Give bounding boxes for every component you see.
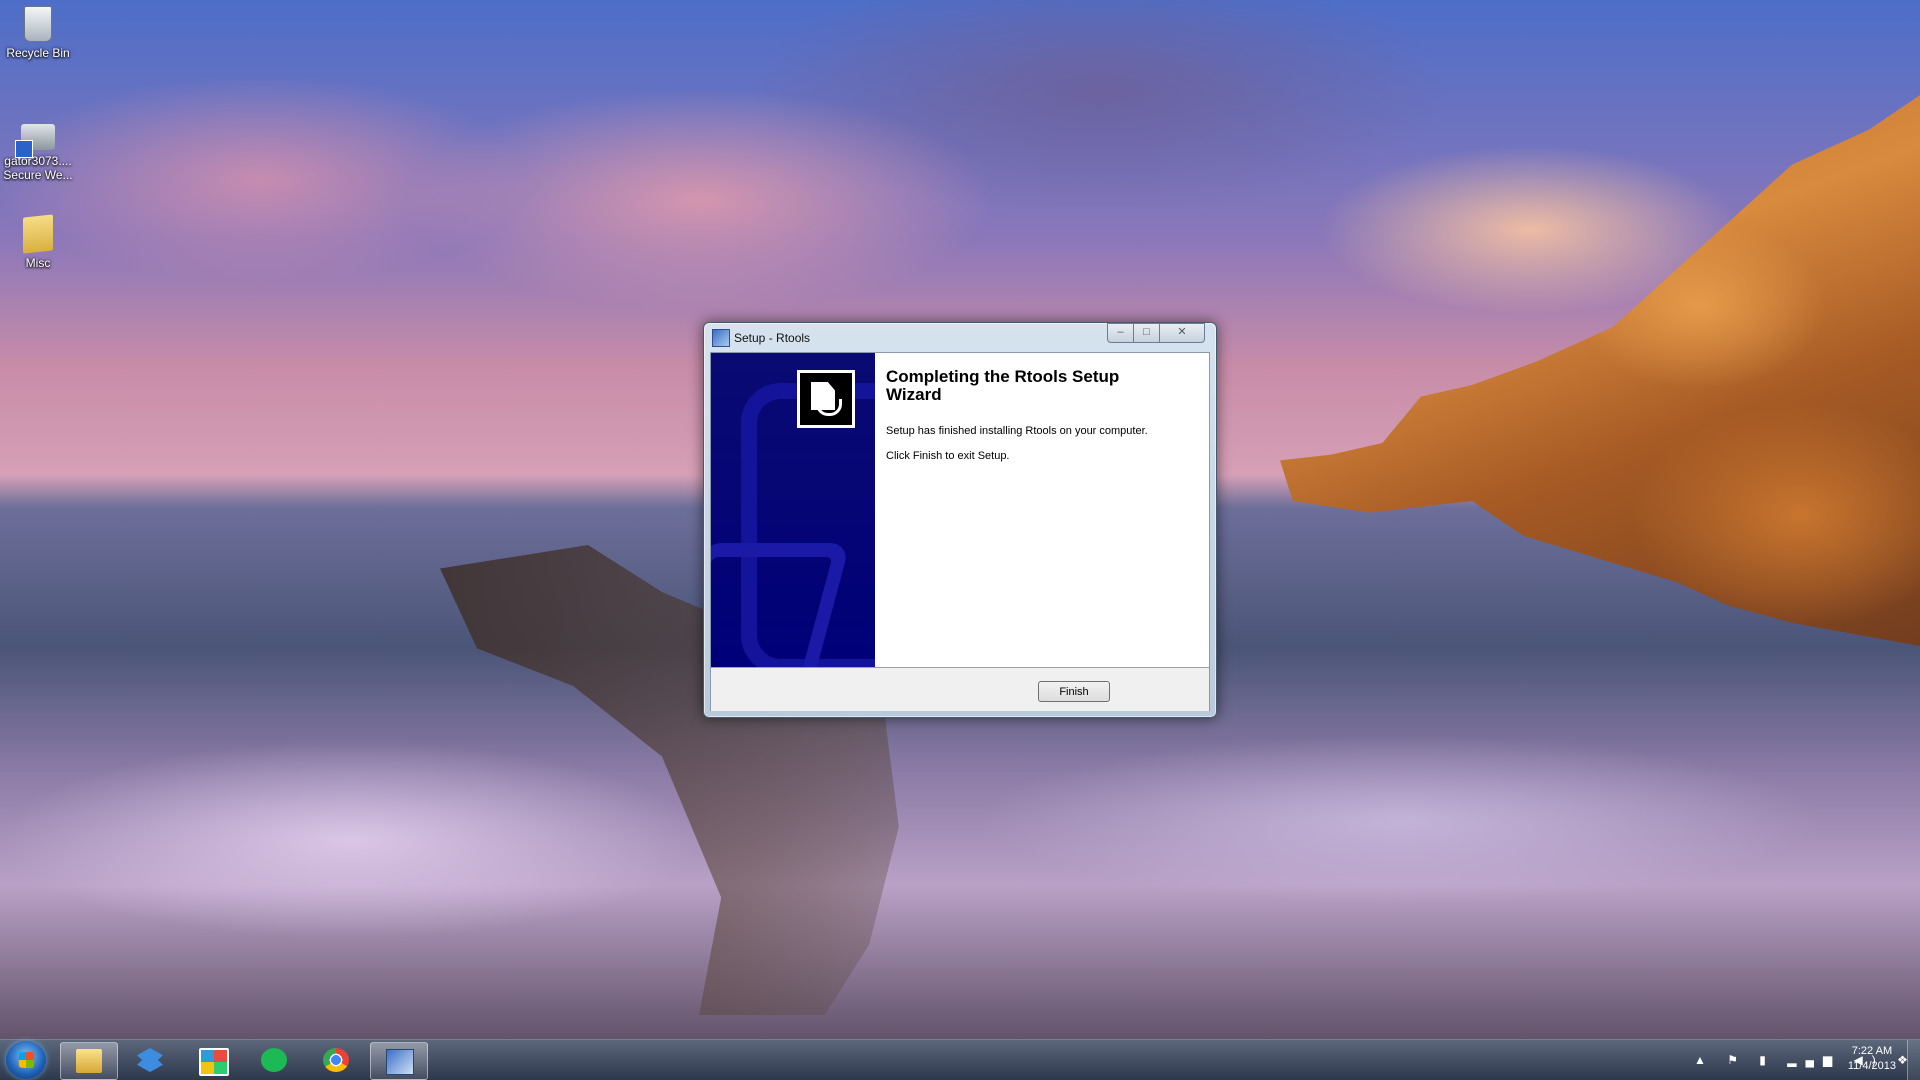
- wizard-body: Completing the Rtools Setup Wizard Setup…: [710, 352, 1210, 711]
- wizard-heading: Completing the Rtools Setup Wizard: [886, 367, 1120, 404]
- clock[interactable]: 7:22 AM 11/4/2013: [1848, 1044, 1896, 1074]
- taskbar-explorer[interactable]: [60, 1042, 118, 1080]
- maximize-button[interactable]: □: [1133, 323, 1160, 343]
- wallpaper-cliff: [1280, 95, 1920, 646]
- desktop-icon-misc[interactable]: Misc: [2, 214, 74, 270]
- taskbar-spotify[interactable]: [246, 1042, 302, 1078]
- clock-time: 7:22 AM: [1851, 1045, 1893, 1057]
- wizard-instruction: Click Finish to exit Setup.: [886, 450, 1010, 462]
- desktop-icon-recycle-bin[interactable]: Recycle Bin: [2, 6, 74, 60]
- taskbar-apps[interactable]: [184, 1042, 240, 1078]
- wizard-footer: Finish: [711, 667, 1209, 711]
- desktop-icon-label: gator3073.... Secure We...: [3, 154, 73, 182]
- finish-button[interactable]: Finish: [1038, 681, 1110, 702]
- window-title: Setup - Rtools: [734, 331, 811, 345]
- desktop-icon-label: Misc: [25, 256, 51, 270]
- desktop-icon-gator-shortcut[interactable]: gator3073.... Secure We...: [2, 118, 74, 182]
- close-button[interactable]: ✕: [1159, 323, 1205, 343]
- setup-icon: [386, 1049, 414, 1075]
- system-tray: ▲ ⚑ ▮ ▂▄▆ ◀) ❖ 7:22 AM 11/4/2013: [1680, 1040, 1920, 1080]
- shortcut-icon: [15, 124, 55, 158]
- taskbar-dropbox[interactable]: [122, 1042, 178, 1078]
- taskbar: ▲ ⚑ ▮ ▂▄▆ ◀) ❖ 7:22 AM 11/4/2013: [0, 1039, 1920, 1080]
- minimize-button[interactable]: ‒: [1107, 323, 1134, 343]
- taskbar-setup[interactable]: [370, 1042, 428, 1080]
- windows-logo-icon: [18, 1051, 35, 1069]
- wizard-banner: [711, 353, 875, 667]
- chrome-icon: [323, 1048, 349, 1072]
- folder-icon: [23, 214, 53, 254]
- clock-date: 11/4/2013: [1847, 1060, 1896, 1072]
- spotify-icon: [261, 1048, 287, 1072]
- recycle-bin-icon: [24, 6, 52, 42]
- apps-icon: [199, 1048, 229, 1076]
- start-button[interactable]: [6, 1041, 46, 1079]
- dropbox-icon: [137, 1048, 163, 1072]
- setup-computer-icon: [797, 370, 855, 428]
- desktop-icon-label: Recycle Bin: [6, 46, 70, 60]
- setup-window: Setup - Rtools ‒ □ ✕ Completing the Rtoo…: [703, 322, 1217, 718]
- taskbar-chrome[interactable]: [308, 1042, 364, 1078]
- window-titlebar[interactable]: Setup - Rtools ‒ □ ✕: [704, 323, 1216, 353]
- show-desktop-button[interactable]: [1907, 1040, 1920, 1080]
- folder-icon: [76, 1049, 102, 1073]
- wizard-message: Setup has finished installing Rtools on …: [886, 425, 1148, 437]
- wizard-content: Completing the Rtools Setup Wizard Setup…: [875, 353, 1209, 667]
- setup-app-icon: [712, 329, 730, 347]
